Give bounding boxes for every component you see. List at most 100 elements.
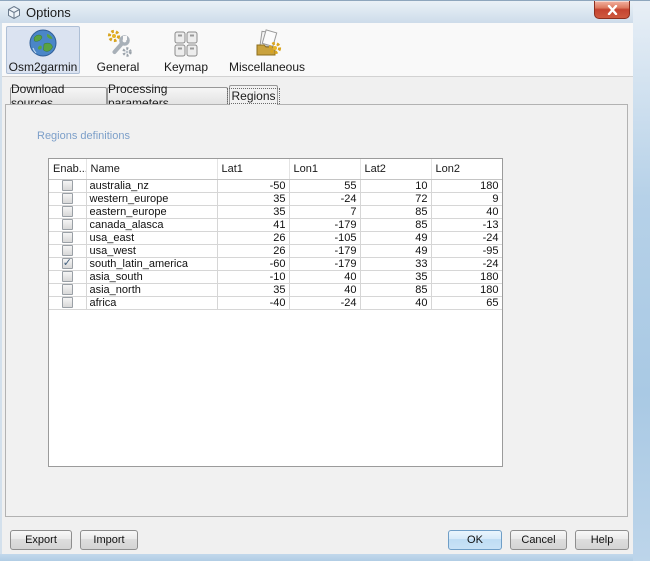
- lon2-cell[interactable]: 180: [431, 270, 502, 283]
- table-row[interactable]: ✓ south_latin_america -60 -179 33 -24: [49, 257, 502, 270]
- lat2-cell[interactable]: 85: [360, 283, 431, 296]
- table-row[interactable]: usa_east 26 -105 49 -24: [49, 231, 502, 244]
- lat2-cell[interactable]: 72: [360, 192, 431, 205]
- lon2-cell[interactable]: 40: [431, 205, 502, 218]
- lat2-cell[interactable]: 49: [360, 244, 431, 257]
- lon2-cell[interactable]: -13: [431, 218, 502, 231]
- lon1-cell[interactable]: 40: [289, 283, 360, 296]
- category-miscellaneous[interactable]: Miscellaneous: [224, 26, 310, 74]
- tab-processing-parameters[interactable]: Processing parameters: [107, 87, 228, 104]
- close-button[interactable]: [594, 1, 630, 19]
- table-row[interactable]: australia_nz -50 55 10 180: [49, 179, 502, 192]
- lon1-cell[interactable]: -179: [289, 257, 360, 270]
- lat1-cell[interactable]: 26: [217, 244, 289, 257]
- column-header-lat1[interactable]: Lat1: [217, 159, 289, 179]
- lat1-cell[interactable]: -40: [217, 296, 289, 309]
- lon2-cell[interactable]: 65: [431, 296, 502, 309]
- region-name-cell[interactable]: eastern_europe: [86, 205, 217, 218]
- import-button[interactable]: Import: [80, 530, 138, 550]
- cancel-button[interactable]: Cancel: [510, 530, 567, 550]
- enabled-checkbox[interactable]: [62, 180, 73, 191]
- lat1-cell[interactable]: 41: [217, 218, 289, 231]
- column-header-enabled[interactable]: Enab...: [49, 159, 86, 179]
- table-row[interactable]: western_europe 35 -24 72 9: [49, 192, 502, 205]
- lat2-cell[interactable]: 49: [360, 231, 431, 244]
- table-row[interactable]: eastern_europe 35 7 85 40: [49, 205, 502, 218]
- enabled-checkbox[interactable]: [62, 284, 73, 295]
- window-title: Options: [26, 5, 71, 20]
- lat1-cell[interactable]: 35: [217, 205, 289, 218]
- tab-regions[interactable]: Regions: [229, 85, 278, 105]
- lat2-cell[interactable]: 33: [360, 257, 431, 270]
- globe-icon: [27, 28, 59, 60]
- region-name-cell[interactable]: asia_south: [86, 270, 217, 283]
- lat2-cell[interactable]: 85: [360, 218, 431, 231]
- regions-table-body: australia_nz -50 55 10 180 western_europ…: [49, 179, 502, 309]
- table-row[interactable]: usa_west 26 -179 49 -95: [49, 244, 502, 257]
- column-header-lat2[interactable]: Lat2: [360, 159, 431, 179]
- lat1-cell[interactable]: -50: [217, 179, 289, 192]
- lon1-cell[interactable]: -105: [289, 231, 360, 244]
- lon1-cell[interactable]: -24: [289, 296, 360, 309]
- region-name-cell[interactable]: australia_nz: [86, 179, 217, 192]
- column-header-lon2[interactable]: Lon2: [431, 159, 502, 179]
- lon1-cell[interactable]: -179: [289, 218, 360, 231]
- window-left-border: [0, 23, 2, 554]
- region-name-cell[interactable]: usa_east: [86, 231, 217, 244]
- lat2-cell[interactable]: 40: [360, 296, 431, 309]
- lat1-cell[interactable]: 26: [217, 231, 289, 244]
- lat1-cell[interactable]: 35: [217, 192, 289, 205]
- enabled-checkbox[interactable]: [62, 297, 73, 308]
- region-name-cell[interactable]: canada_alasca: [86, 218, 217, 231]
- category-general[interactable]: General: [86, 26, 150, 74]
- region-name-cell[interactable]: usa_west: [86, 244, 217, 257]
- options-dialog: Options Osm2garmin: [0, 0, 650, 561]
- region-name-cell[interactable]: western_europe: [86, 192, 217, 205]
- enabled-checkbox[interactable]: [62, 271, 73, 282]
- category-keymap[interactable]: Keymap: [154, 26, 218, 74]
- enabled-checkbox[interactable]: [62, 193, 73, 204]
- lat1-cell[interactable]: 35: [217, 283, 289, 296]
- lon2-cell[interactable]: -24: [431, 231, 502, 244]
- lat1-cell[interactable]: -60: [217, 257, 289, 270]
- lat2-cell[interactable]: 85: [360, 205, 431, 218]
- enabled-checkbox[interactable]: [62, 232, 73, 243]
- enabled-checkbox[interactable]: [62, 245, 73, 256]
- titlebar: Options: [0, 1, 650, 23]
- ok-button[interactable]: OK: [448, 530, 502, 550]
- enabled-checkbox[interactable]: [62, 206, 73, 217]
- lon1-cell[interactable]: -24: [289, 192, 360, 205]
- region-name-cell[interactable]: asia_north: [86, 283, 217, 296]
- tab-download-sources[interactable]: Download sources: [10, 87, 107, 104]
- lon2-cell[interactable]: -95: [431, 244, 502, 257]
- table-row[interactable]: asia_south -10 40 35 180: [49, 270, 502, 283]
- enabled-checkbox[interactable]: ✓: [62, 258, 73, 269]
- region-name-cell[interactable]: africa: [86, 296, 217, 309]
- category-label: Miscellaneous: [225, 60, 309, 74]
- lat1-cell[interactable]: -10: [217, 270, 289, 283]
- category-osm2garmin[interactable]: Osm2garmin: [6, 26, 80, 74]
- lon1-cell[interactable]: -179: [289, 244, 360, 257]
- lon2-cell[interactable]: 9: [431, 192, 502, 205]
- category-label: Osm2garmin: [7, 60, 79, 74]
- lon1-cell[interactable]: 40: [289, 270, 360, 283]
- lon2-cell[interactable]: 180: [431, 283, 502, 296]
- lat2-cell[interactable]: 10: [360, 179, 431, 192]
- lat2-cell[interactable]: 35: [360, 270, 431, 283]
- region-name-cell[interactable]: south_latin_america: [86, 257, 217, 270]
- table-row[interactable]: asia_north 35 40 85 180: [49, 283, 502, 296]
- help-button[interactable]: Help: [575, 530, 629, 550]
- table-row[interactable]: canada_alasca 41 -179 85 -13: [49, 218, 502, 231]
- export-button[interactable]: Export: [10, 530, 72, 550]
- check-icon: ✓: [63, 257, 72, 269]
- table-row[interactable]: africa -40 -24 40 65: [49, 296, 502, 309]
- column-header-lon1[interactable]: Lon1: [289, 159, 360, 179]
- column-header-name[interactable]: Name: [86, 159, 217, 179]
- lon1-cell[interactable]: 55: [289, 179, 360, 192]
- enabled-checkbox[interactable]: [62, 219, 73, 230]
- lon1-cell[interactable]: 7: [289, 205, 360, 218]
- regions-table-scrollpane[interactable]: Enab... Name Lat1 Lon1 Lat2 Lon2 austral…: [48, 158, 503, 467]
- lon2-cell[interactable]: 180: [431, 179, 502, 192]
- keyboard-icon: [170, 28, 202, 60]
- lon2-cell[interactable]: -24: [431, 257, 502, 270]
